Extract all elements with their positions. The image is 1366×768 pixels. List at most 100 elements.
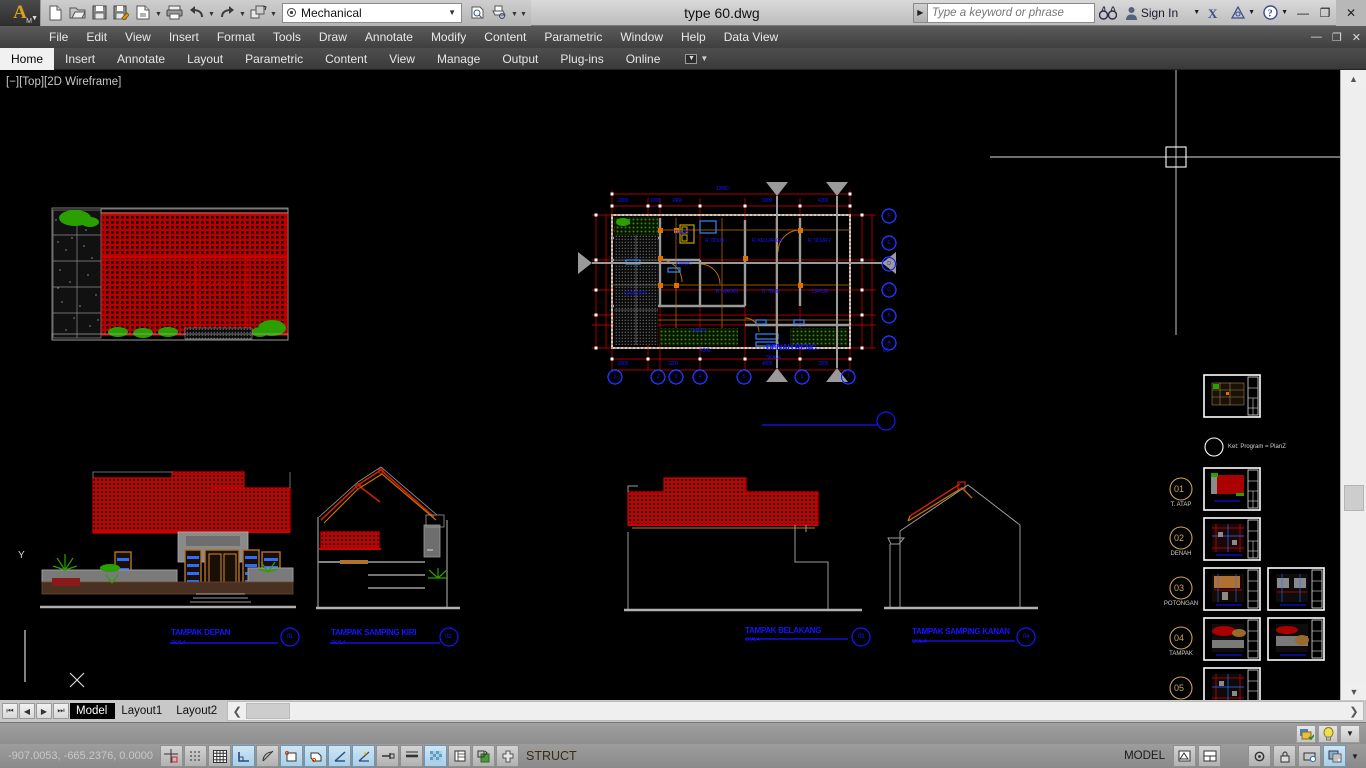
tab-plugins[interactable]: Plug-ins: [549, 49, 614, 69]
tab-online[interactable]: Online: [615, 49, 672, 69]
vertical-scroll-thumb[interactable]: [1344, 485, 1364, 511]
chevron-down-icon[interactable]: ▼: [1181, 9, 1200, 16]
chevron-down-icon[interactable]: ▼: [1248, 9, 1255, 16]
menu-item-tools[interactable]: Tools: [264, 28, 310, 46]
tab-annotate[interactable]: Annotate: [106, 49, 176, 69]
snap-mode-toggle[interactable]: [160, 745, 183, 767]
tab-parametric[interactable]: Parametric: [234, 49, 314, 69]
help-button[interactable]: ? ▼: [1259, 0, 1292, 26]
app-menu-button[interactable]: A M ▼: [0, 0, 40, 26]
nav-next-button[interactable]: ▶: [36, 703, 52, 719]
coordinate-readout[interactable]: -907.0053, -665.2376, 0.0000: [0, 750, 160, 762]
command-line-bar[interactable]: ▼: [0, 722, 1366, 744]
nav-last-button[interactable]: ⏭: [53, 703, 69, 719]
menu-item-format[interactable]: Format: [208, 28, 264, 46]
minimize-button[interactable]: —: [1292, 0, 1314, 26]
doc-minimize-button[interactable]: —: [1306, 31, 1327, 44]
autodesk-360-button[interactable]: ▼: [1227, 0, 1259, 26]
polar-tracking-toggle[interactable]: [256, 745, 279, 767]
scroll-up-arrow-icon[interactable]: ▲: [1341, 70, 1366, 87]
search-input[interactable]: [926, 2, 1095, 23]
annotation-monitor-toggle[interactable]: [496, 745, 519, 767]
tab-home[interactable]: Home: [0, 47, 55, 70]
nav-prev-button[interactable]: ◀: [19, 703, 35, 719]
exchange-apps-button[interactable]: X: [1204, 0, 1227, 26]
drawing-canvas[interactable]: [−][Top][2D Wireframe] 12800 2000 1000 2…: [0, 70, 1340, 700]
workspace-selector[interactable]: Mechanical ▼: [282, 2, 462, 23]
tab-insert[interactable]: Insert: [54, 49, 106, 69]
menu-item-edit[interactable]: Edit: [77, 28, 116, 46]
doc-restore-button[interactable]: ❐: [1327, 31, 1347, 44]
workspace-save-chevron-icon[interactable]: ▼: [510, 2, 519, 24]
scroll-right-arrow-icon[interactable]: ❯: [1345, 705, 1363, 718]
scroll-left-arrow-icon[interactable]: ❮: [228, 705, 246, 718]
selection-cycling-toggle[interactable]: [472, 745, 495, 767]
object-snap-tracking-toggle[interactable]: [328, 745, 351, 767]
command-overflow-button[interactable]: ▼: [1340, 724, 1360, 743]
layout-tab-model[interactable]: Model: [70, 703, 116, 719]
tab-layout[interactable]: Layout: [176, 49, 234, 69]
lock-toolbars-button[interactable]: [1273, 745, 1296, 767]
doc-close-button[interactable]: ✕: [1347, 31, 1366, 44]
undo-button[interactable]: [185, 2, 207, 24]
lineweight-toggle[interactable]: [400, 745, 423, 767]
menu-item-content[interactable]: Content: [475, 28, 535, 46]
menu-item-window[interactable]: Window: [611, 28, 672, 46]
layout-tab-layout1[interactable]: Layout1: [115, 703, 170, 719]
chevron-down-icon[interactable]: ▼: [31, 15, 38, 22]
layout-tab-layout2[interactable]: Layout2: [170, 703, 225, 719]
search-expand-icon[interactable]: ▶: [912, 2, 927, 23]
chevron-down-icon[interactable]: ▼: [448, 8, 459, 17]
grid-display-toggle[interactable]: [184, 745, 207, 767]
qat-overflow-icon[interactable]: ▼: [519, 2, 528, 24]
workspace-settings-button[interactable]: [466, 2, 488, 24]
structure-status-label[interactable]: STRUCT: [520, 749, 583, 763]
sign-in-button[interactable]: Sign In ▼: [1121, 0, 1204, 26]
status-menu-button[interactable]: ▼: [1348, 752, 1362, 761]
dynamic-input-toggle[interactable]: [376, 745, 399, 767]
save-as-button[interactable]: [110, 2, 132, 24]
menu-item-view[interactable]: View: [116, 28, 160, 46]
model-space-label[interactable]: MODEL: [1116, 750, 1173, 762]
transparency-toggle[interactable]: [424, 745, 447, 767]
tab-output[interactable]: Output: [491, 49, 549, 69]
scroll-down-arrow-icon[interactable]: ▼: [1341, 683, 1366, 700]
redo-button[interactable]: [216, 2, 238, 24]
ribbon-overflow-button[interactable]: ▼ ▼: [671, 53, 708, 64]
clean-screen-button[interactable]: [1323, 745, 1346, 767]
redo-chevron-icon[interactable]: ▼: [238, 2, 247, 24]
menu-item-annotate[interactable]: Annotate: [356, 28, 422, 46]
close-button[interactable]: ✕: [1336, 0, 1366, 26]
match-properties-chevron-icon[interactable]: ▼: [269, 2, 278, 24]
undo-chevron-icon[interactable]: ▼: [207, 2, 216, 24]
menu-item-draw[interactable]: Draw: [310, 28, 356, 46]
tab-manage[interactable]: Manage: [426, 49, 491, 69]
tab-content[interactable]: Content: [314, 49, 378, 69]
plot-preview-button[interactable]: [132, 2, 154, 24]
tab-view[interactable]: View: [378, 49, 426, 69]
horizontal-scrollbar[interactable]: ❮ ❯: [227, 701, 1364, 721]
plot-preview-chevron-icon[interactable]: ▼: [154, 2, 163, 24]
ortho-mode-toggle[interactable]: [232, 745, 255, 767]
dynamic-ucs-toggle[interactable]: [352, 745, 375, 767]
model-space-button[interactable]: [1173, 745, 1196, 767]
workspace-save-button[interactable]: [488, 2, 510, 24]
chevron-down-icon[interactable]: ▼: [1281, 9, 1288, 16]
plot-button[interactable]: [163, 2, 185, 24]
3d-object-snap-toggle[interactable]: [304, 745, 327, 767]
annotation-scale-button[interactable]: [1248, 745, 1271, 767]
save-button[interactable]: [88, 2, 110, 24]
match-properties-button[interactable]: [247, 2, 269, 24]
viewport-config-button[interactable]: [1198, 745, 1221, 767]
restore-button[interactable]: ❐: [1314, 0, 1336, 26]
menu-item-modify[interactable]: Modify: [422, 28, 475, 46]
menu-item-parametric[interactable]: Parametric: [535, 28, 611, 46]
grid-mode-toggle[interactable]: [208, 745, 231, 767]
quick-properties-toggle[interactable]: [448, 745, 471, 767]
horizontal-scroll-thumb[interactable]: [246, 703, 291, 719]
hardware-acceleration-button[interactable]: [1298, 745, 1321, 767]
object-snap-toggle[interactable]: [280, 745, 303, 767]
vertical-scrollbar[interactable]: ▲ ▼: [1340, 70, 1366, 700]
new-file-button[interactable]: [44, 2, 66, 24]
search-button[interactable]: [1095, 0, 1121, 26]
